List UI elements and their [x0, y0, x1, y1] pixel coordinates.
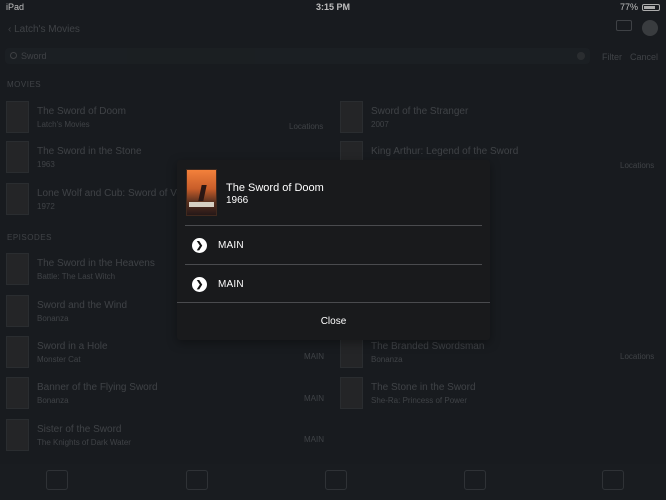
- version-label: MAIN: [218, 240, 244, 251]
- dialog-header: The Sword of Doom 1966: [177, 160, 490, 224]
- play-arrow-icon: ❯: [192, 277, 207, 292]
- close-button[interactable]: Close: [177, 303, 490, 340]
- version-label: MAIN: [218, 279, 244, 290]
- poster-figure: [198, 185, 207, 201]
- play-arrow-icon: ❯: [192, 238, 207, 253]
- option-divider: [185, 264, 482, 265]
- play-version-dialog: The Sword of Doom 1966 ❯ MAIN ❯ MAIN Clo…: [177, 160, 490, 340]
- movie-poster: [186, 169, 217, 216]
- main-version-option[interactable]: ❯ MAIN: [177, 266, 490, 304]
- movie-title: The Sword of Doom: [226, 182, 324, 194]
- poster-title-band: [189, 202, 214, 207]
- main-version-option[interactable]: ❯ MAIN: [177, 227, 490, 265]
- movie-year: 1966: [226, 195, 249, 206]
- header-divider: [185, 225, 482, 226]
